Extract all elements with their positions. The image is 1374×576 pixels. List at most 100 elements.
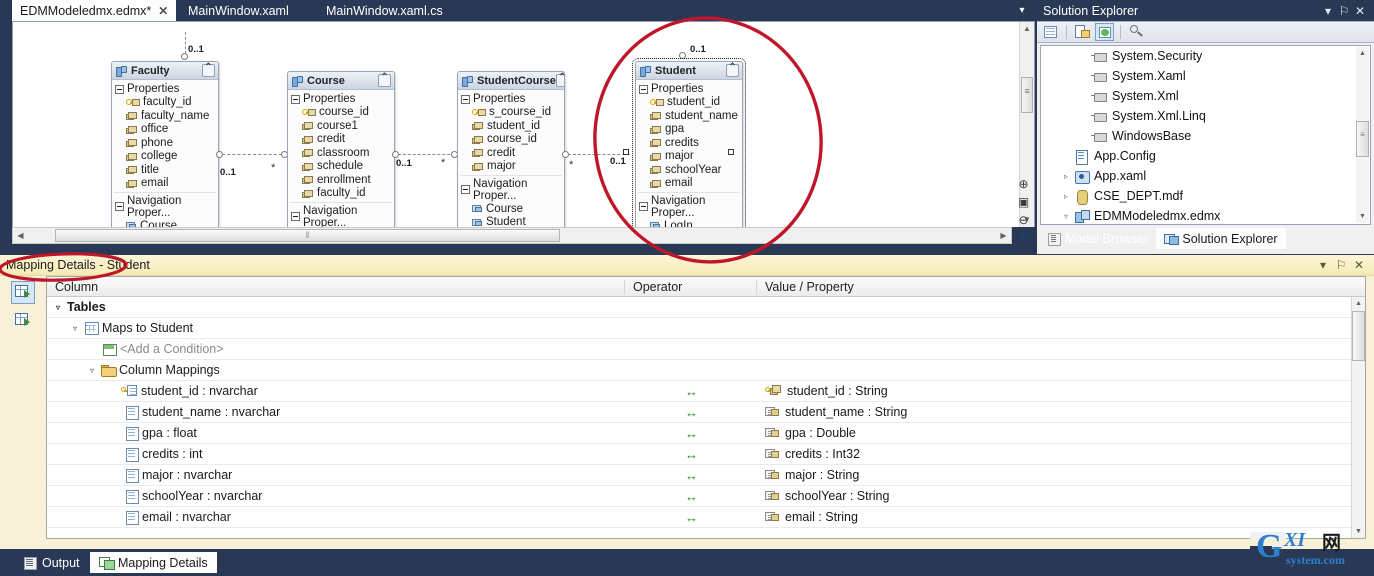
tree-item-system-security[interactable]: System.Security	[1041, 46, 1370, 66]
property-row[interactable]: student_name	[636, 110, 742, 124]
row-operator[interactable]: ↔	[625, 405, 757, 420]
tab-mainwindow-xaml[interactable]: MainWindow.xaml	[180, 0, 297, 21]
tab-mapping-details[interactable]: Mapping Details	[90, 552, 217, 573]
close-icon[interactable]: ✕	[1352, 4, 1368, 18]
expander-icon[interactable]: ▿	[1059, 212, 1073, 221]
table-row[interactable]: credits : int ↔ credits : Int32	[47, 444, 1365, 465]
tab-mainwindow-xaml-cs[interactable]: MainWindow.xaml.cs	[318, 0, 451, 21]
table-row[interactable]: student_name : nvarchar ↔ student_name :…	[47, 402, 1365, 423]
collapse-icon[interactable]	[378, 72, 391, 87]
scroll-up-icon[interactable]: ▲	[1352, 297, 1365, 310]
tab-solution-explorer[interactable]: Solution Explorer	[1156, 228, 1286, 249]
scroll-up-icon[interactable]: ▲	[1356, 47, 1369, 60]
tree-item-windowsbase[interactable]: WindowsBase	[1041, 126, 1370, 146]
scrollbar-thumb[interactable]	[1356, 121, 1369, 157]
property-row[interactable]: major	[636, 150, 742, 164]
entity-header[interactable]: StudentCourse	[458, 72, 564, 90]
expander-icon[interactable]	[115, 84, 124, 94]
selection-handle[interactable]	[728, 149, 734, 155]
collapse-icon[interactable]	[726, 62, 739, 77]
close-icon[interactable]: ✕	[158, 4, 168, 18]
scroll-right-icon[interactable]: ▶	[997, 229, 1010, 242]
property-row[interactable]: credit	[458, 147, 564, 161]
entity-header[interactable]: Course	[288, 72, 394, 90]
property-row[interactable]: course_id	[458, 133, 564, 147]
tree-item-system-xml-linq[interactable]: System.Xml.Linq	[1041, 106, 1370, 126]
table-row[interactable]: ▿ Column Mappings	[47, 360, 1365, 381]
property-row[interactable]: course1	[288, 120, 394, 134]
row-value[interactable]: schoolYear : String	[757, 489, 1365, 503]
expander-icon[interactable]	[461, 94, 470, 104]
zoom-out-icon[interactable]: ⊖	[1015, 212, 1032, 229]
entity-course[interactable]: Course Properties course_id course1 cred…	[287, 71, 395, 227]
designer-zoom-tools[interactable]: ⊕ ▣ ⊖	[1015, 176, 1035, 230]
refresh-button[interactable]	[1095, 23, 1114, 41]
section-navigation-properties[interactable]: Navigation Proper...	[112, 194, 218, 220]
collapse-icon[interactable]	[555, 72, 564, 87]
table-row[interactable]: ▿ Maps to Student	[47, 318, 1365, 339]
table-row[interactable]: gpa : float ↔ gpa : Double	[47, 423, 1365, 444]
row-value[interactable]: email : String	[757, 510, 1365, 524]
property-row[interactable]: office	[112, 123, 218, 137]
expander-icon[interactable]: ▹	[1059, 172, 1073, 181]
chevron-down-icon[interactable]: ▾	[1314, 258, 1332, 272]
property-row[interactable]: classroom	[288, 147, 394, 161]
scrollbar-thumb[interactable]	[1021, 77, 1033, 113]
entity-header[interactable]: Student	[636, 62, 742, 80]
solution-explorer-tree[interactable]: System.Security System.Xaml System.Xml S…	[1040, 45, 1371, 225]
property-row[interactable]: s_course_id	[458, 106, 564, 120]
entity-faculty[interactable]: Faculty Properties faculty_id faculty_na…	[111, 61, 219, 227]
table-row[interactable]: student_id : nvarchar ↔ student_id : Str…	[47, 381, 1365, 402]
column-header-column[interactable]: Column	[47, 279, 625, 294]
mapping-details-scrollbar[interactable]: ▲ ▼	[1351, 297, 1365, 538]
tab-edmmodeledmx[interactable]: EDMModeledmx.edmx* ✕	[12, 0, 177, 21]
expander-icon[interactable]: ▿	[70, 324, 80, 333]
map-function-button[interactable]	[11, 309, 35, 332]
tab-output[interactable]: Output	[14, 552, 89, 573]
expander-icon[interactable]	[115, 202, 124, 211]
navigation-row[interactable]: LogIn	[636, 220, 742, 227]
entity-studentcourse[interactable]: StudentCourse Properties s_course_id stu…	[457, 71, 565, 227]
show-all-files-button[interactable]	[1073, 23, 1092, 41]
scrollbar-thumb[interactable]	[1352, 311, 1365, 361]
section-properties[interactable]: Properties	[288, 92, 394, 106]
edmx-designer-surface[interactable]: 0..1 Faculty Properties faculty_id facul…	[12, 21, 1035, 227]
expander-icon[interactable]: ▿	[53, 303, 63, 312]
scroll-left-icon[interactable]: ◀	[14, 229, 27, 242]
row-value[interactable]: credits : Int32	[757, 447, 1365, 461]
property-row[interactable]: student_id	[636, 96, 742, 110]
section-navigation-properties[interactable]: Navigation Proper...	[458, 177, 564, 203]
close-icon[interactable]: ✕	[1350, 258, 1368, 272]
property-row[interactable]: course_id	[288, 106, 394, 120]
column-header-value-property[interactable]: Value / Property	[757, 280, 1365, 294]
expander-icon[interactable]	[461, 185, 470, 194]
navigation-row[interactable]: Course	[112, 220, 218, 227]
property-row[interactable]: schedule	[288, 160, 394, 174]
row-value[interactable]: gpa : Double	[757, 426, 1365, 440]
tree-item-cse-dept-mdf[interactable]: ▹ CSE_DEPT.mdf	[1041, 186, 1370, 206]
chevron-down-icon[interactable]: ▾	[1320, 4, 1336, 18]
designer-canvas[interactable]: 0..1 Faculty Properties faculty_id facul…	[13, 22, 1034, 227]
zoom-in-icon[interactable]: ⊕	[1015, 176, 1032, 193]
table-row[interactable]: schoolYear : nvarchar ↔ schoolYear : Str…	[47, 486, 1365, 507]
collapse-icon[interactable]	[202, 62, 215, 77]
designer-horizontal-scrollbar[interactable]: ◀ ▶	[12, 227, 1012, 244]
section-navigation-properties[interactable]: Navigation Proper...	[288, 204, 394, 227]
scrollbar-thumb[interactable]	[55, 229, 560, 242]
table-row[interactable]: email : nvarchar ↔ email : String	[47, 507, 1365, 528]
scroll-down-icon[interactable]: ▼	[1352, 525, 1365, 538]
table-row[interactable]: <Add a Condition>	[47, 339, 1365, 360]
tree-item-app-xaml[interactable]: ▹ App.xaml	[1041, 166, 1370, 186]
expander-icon[interactable]: ▿	[87, 366, 97, 375]
tree-item-edmmodeledmx-edmx[interactable]: ▿ EDMModeledmx.edmx	[1041, 206, 1370, 224]
expander-icon[interactable]	[291, 94, 300, 104]
property-row[interactable]: faculty_name	[112, 110, 218, 124]
row-value[interactable]: student_name : String	[757, 405, 1365, 419]
chevron-down-icon[interactable]: ▾	[1015, 4, 1029, 18]
section-properties[interactable]: Properties	[112, 82, 218, 96]
entity-header[interactable]: Faculty	[112, 62, 218, 80]
expander-icon[interactable]	[291, 212, 300, 221]
tree-item-system-xml[interactable]: System.Xml	[1041, 86, 1370, 106]
property-row[interactable]: faculty_id	[112, 96, 218, 110]
property-row[interactable]: enrollment	[288, 174, 394, 188]
